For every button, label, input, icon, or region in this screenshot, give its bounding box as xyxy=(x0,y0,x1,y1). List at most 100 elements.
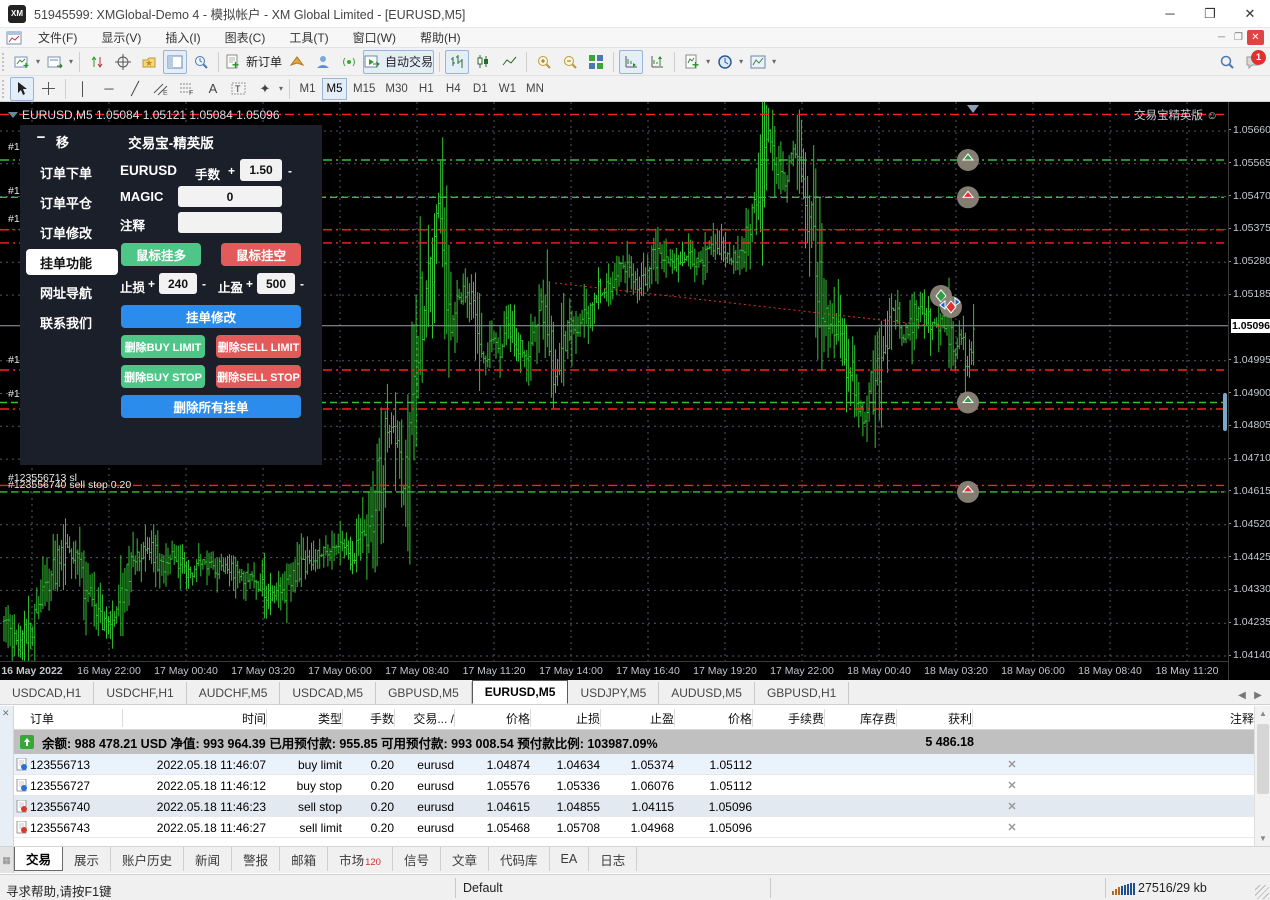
ea-mouse-buy-pending-button[interactable]: 鼠标挂多 xyxy=(121,243,201,266)
bottom-tab-0[interactable]: 交易 xyxy=(14,847,63,871)
timeframe-m1[interactable]: M1 xyxy=(295,78,320,100)
tile-windows-button[interactable] xyxy=(584,50,608,74)
timeframe-w1[interactable]: W1 xyxy=(495,78,520,100)
mdi-restore-icon[interactable]: ❐ xyxy=(1230,30,1247,45)
bottom-tab-1[interactable]: 展示 xyxy=(63,847,111,871)
menu-item-1[interactable]: 显示(V) xyxy=(89,29,153,46)
ea-menu-2[interactable]: 订单修改 xyxy=(26,219,118,245)
strategy-tester-button[interactable] xyxy=(189,50,213,74)
terminal-col-4[interactable]: 交易... / xyxy=(396,706,454,730)
ea-menu-1[interactable]: 订单平仓 xyxy=(26,189,118,215)
bottom-tab-7[interactable]: 信号 xyxy=(393,847,441,871)
terminal-panel-button[interactable] xyxy=(163,50,187,74)
text-tool-button[interactable]: A xyxy=(201,77,225,101)
ea-lots-plus[interactable]: + xyxy=(228,164,235,178)
scroll-up-icon[interactable]: ▲ xyxy=(1255,706,1270,721)
text-label-tool-button[interactable]: T xyxy=(227,77,251,101)
ea-tp-minus[interactable]: - xyxy=(300,277,304,291)
market-watch-button[interactable] xyxy=(85,50,109,74)
minimize-button[interactable]: ─ xyxy=(1150,0,1190,28)
bottom-tab-5[interactable]: 邮箱 xyxy=(280,847,328,871)
data-window-button[interactable] xyxy=(111,50,135,74)
resize-grip[interactable] xyxy=(1255,885,1269,899)
templates-dropdown-icon[interactable]: ▾ xyxy=(772,57,776,66)
ea-tp-plus[interactable]: + xyxy=(246,277,253,291)
close-order-icon[interactable]: ✕ xyxy=(1004,817,1020,838)
new-chart-dropdown-icon[interactable]: ▾ xyxy=(36,57,40,66)
timeframe-m30[interactable]: M30 xyxy=(381,78,411,100)
ea-lots-minus[interactable]: - xyxy=(288,164,292,178)
ea-delete-all-pending-button[interactable]: 删除所有挂单 xyxy=(121,395,301,418)
crosshair-tool-button[interactable] xyxy=(36,77,60,101)
chart-tab-usdchf-h1[interactable]: USDCHF,H1 xyxy=(94,682,186,704)
chart-tab-usdjpy-m5[interactable]: USDJPY,M5 xyxy=(568,682,659,704)
bottom-tab-11[interactable]: 日志 xyxy=(589,847,637,871)
timeframe-mn[interactable]: MN xyxy=(522,78,548,100)
new-chart-button[interactable]: + xyxy=(10,50,34,74)
chart-tab-audusd-m5[interactable]: AUDUSD,M5 xyxy=(659,682,755,704)
channel-tool-button[interactable]: E xyxy=(149,77,173,101)
ea-magic-input[interactable]: 0 xyxy=(178,186,282,207)
menu-item-4[interactable]: 工具(T) xyxy=(277,29,340,46)
scroll-down-icon[interactable]: ▼ xyxy=(1255,831,1270,846)
mdi-close-icon[interactable]: ✕ xyxy=(1247,30,1264,45)
mdi-minimize-icon[interactable]: ─ xyxy=(1213,30,1230,45)
bottom-tab-6[interactable]: 市场120 xyxy=(328,847,393,871)
chart-tab-gbpusd-m5[interactable]: GBPUSD,M5 xyxy=(376,682,472,704)
ea-comment-input[interactable] xyxy=(178,212,282,233)
ea-menu-0[interactable]: 订单下单 xyxy=(26,159,118,185)
terminal-col-7[interactable]: 止盈 xyxy=(602,706,674,730)
signals-button[interactable] xyxy=(337,50,361,74)
timeframe-m5[interactable]: M5 xyxy=(322,78,347,100)
bottom-tab-8[interactable]: 文章 xyxy=(441,847,489,871)
metaeditor-button[interactable] xyxy=(285,50,309,74)
indicators-dropdown-icon[interactable]: ▾ xyxy=(706,57,710,66)
ea-menu-5[interactable]: 联系我们 xyxy=(26,309,118,335)
chart-menu-icon[interactable] xyxy=(8,112,18,118)
bar-chart-type-button[interactable] xyxy=(445,50,469,74)
chart-tab-eurusd-m5[interactable]: EURUSD,M5 xyxy=(472,680,569,704)
ea-delete-sell-stop-button[interactable]: 删除SELL STOP xyxy=(216,365,301,388)
terminal-col-3[interactable]: 手数 xyxy=(344,706,394,730)
menu-item-2[interactable]: 插入(I) xyxy=(153,29,212,46)
ea-mouse-sell-pending-button[interactable]: 鼠标挂空 xyxy=(221,243,301,266)
indicators-button[interactable]: + xyxy=(680,50,704,74)
profiles-button[interactable] xyxy=(43,50,67,74)
templates-button[interactable] xyxy=(746,50,770,74)
menu-item-3[interactable]: 图表(C) xyxy=(213,29,278,46)
ea-menu-4[interactable]: 网址导航 xyxy=(26,279,118,305)
terminal-col-8[interactable]: 价格 xyxy=(676,706,752,730)
ea-tp-input[interactable]: 500 xyxy=(257,273,295,294)
horizontal-line-tool-button[interactable]: ─ xyxy=(97,77,121,101)
bottom-tab-4[interactable]: 警报 xyxy=(232,847,280,871)
terminal-col-12[interactable]: 注释 xyxy=(1094,706,1254,730)
periods-button[interactable] xyxy=(713,50,737,74)
chart-tab-usdcad-h1[interactable]: USDCAD,H1 xyxy=(0,682,94,704)
menu-item-5[interactable]: 窗口(W) xyxy=(341,29,408,46)
zoom-out-button[interactable] xyxy=(558,50,582,74)
vertical-line-tool-button[interactable]: │ xyxy=(71,77,95,101)
ea-panel-header[interactable]: − 移 交易宝-精英版 xyxy=(20,125,322,155)
timeframe-h1[interactable]: H1 xyxy=(414,78,439,100)
auto-trading-button[interactable]: 自动交易 xyxy=(363,50,434,74)
tab-scroll-right-icon[interactable]: ▶ xyxy=(1250,686,1266,704)
status-template[interactable]: Default xyxy=(463,881,503,895)
terminal-col-9[interactable]: 手续费 xyxy=(754,706,824,730)
close-order-icon[interactable]: ✕ xyxy=(1004,775,1020,796)
arrows-tool-button[interactable]: ✦ xyxy=(253,77,277,101)
close-order-icon[interactable]: ✕ xyxy=(1004,754,1020,775)
ea-delete-buy-limit-button[interactable]: 删除BUY LIMIT xyxy=(121,335,205,358)
search-icon[interactable] xyxy=(1215,50,1239,74)
terminal-col-5[interactable]: 价格 xyxy=(456,706,530,730)
terminal-scrollbar[interactable]: ▲ ▼ xyxy=(1254,706,1270,846)
close-button[interactable]: ✕ xyxy=(1230,0,1270,28)
bottom-tab-3[interactable]: 新闻 xyxy=(184,847,232,871)
tab-scroll-left-icon[interactable]: ◀ xyxy=(1234,686,1250,704)
line-chart-type-button[interactable] xyxy=(497,50,521,74)
bottom-tab-10[interactable]: EA xyxy=(550,847,590,871)
timeframe-d1[interactable]: D1 xyxy=(468,78,493,100)
arrows-dropdown-icon[interactable]: ▾ xyxy=(279,84,283,93)
bottom-tab-2[interactable]: 账户历史 xyxy=(111,847,184,871)
timeframe-h4[interactable]: H4 xyxy=(441,78,466,100)
terminal-col-0[interactable]: 订单 xyxy=(30,706,122,730)
